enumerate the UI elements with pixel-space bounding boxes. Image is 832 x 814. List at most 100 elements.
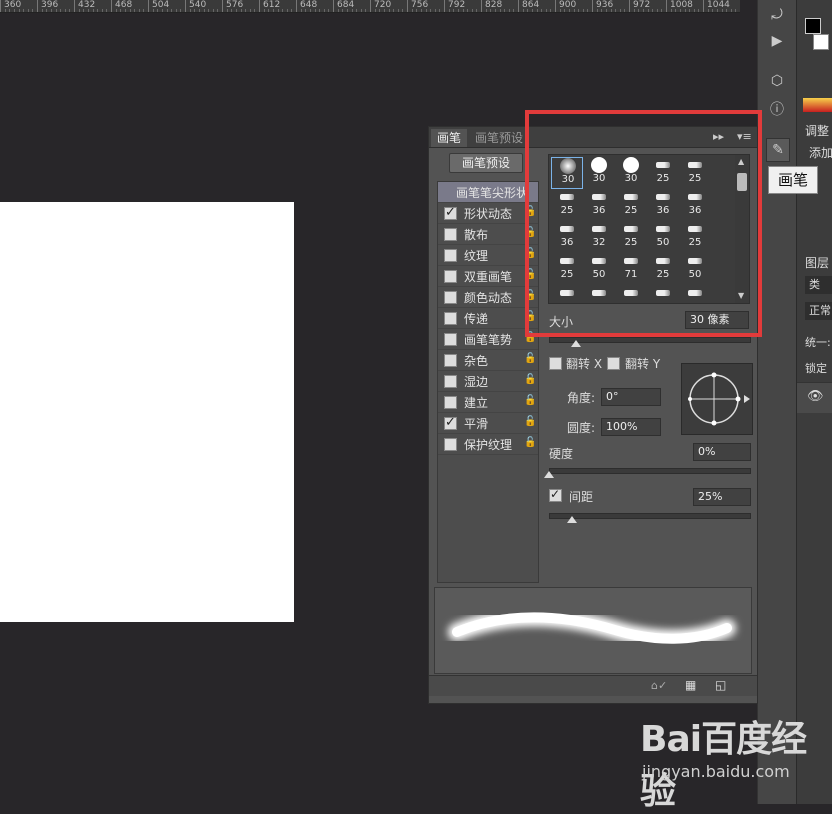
- ruler-minor-tick: [656, 9, 658, 12]
- option-checkbox[interactable]: [444, 291, 457, 304]
- panel-icon-strip: ⤾ ▶ ⬡ ⓘ ✎: [757, 0, 796, 804]
- ruler-minor-tick: [582, 9, 584, 12]
- ruler-minor-tick: [587, 9, 589, 12]
- ruler-minor-tick: [494, 9, 496, 12]
- option-checkbox[interactable]: [444, 249, 457, 262]
- hardness-field[interactable]: 0%: [693, 443, 751, 461]
- option-checkbox[interactable]: [444, 333, 457, 346]
- layer-row[interactable]: 👁: [797, 382, 832, 413]
- brush-option-item[interactable]: 画笔笔势 🔓: [438, 329, 538, 350]
- ruler-minor-tick: [157, 9, 159, 12]
- brush-presets-button[interactable]: 画笔预设: [449, 153, 523, 173]
- color-ramp[interactable]: [803, 98, 832, 112]
- brush-option-item[interactable]: 双重画笔 🔓: [438, 266, 538, 287]
- grid-icon[interactable]: ▦: [685, 678, 696, 692]
- ruler-minor-tick: [55, 9, 57, 12]
- ruler-minor-tick: [610, 9, 612, 12]
- option-checkbox[interactable]: [444, 354, 457, 367]
- ruler-minor-tick: [661, 9, 663, 12]
- history-icon[interactable]: ⤾: [766, 4, 788, 26]
- ruler-minor-tick: [138, 9, 140, 12]
- ruler-minor-tick: [60, 9, 62, 12]
- angle-roundness-dial[interactable]: [681, 363, 753, 435]
- angle-field[interactable]: 0°: [601, 388, 661, 406]
- ruler-minor-tick: [346, 9, 348, 12]
- ruler-minor-tick: [277, 9, 279, 12]
- lock-icon[interactable]: 🔓: [524, 374, 536, 385]
- brush-option-item[interactable]: 传递 🔓: [438, 308, 538, 329]
- tab-brush-presets[interactable]: 画笔预设: [469, 129, 529, 147]
- option-checkbox[interactable]: [444, 228, 457, 241]
- lock-icon[interactable]: 🔓: [524, 437, 536, 448]
- roundness-field[interactable]: 100%: [601, 418, 661, 436]
- option-checkbox[interactable]: [444, 396, 457, 409]
- hardness-slider[interactable]: [549, 468, 751, 474]
- play-icon[interactable]: ▶: [766, 30, 788, 52]
- option-checkbox[interactable]: ✓: [444, 205, 457, 220]
- background-color-swatch[interactable]: [813, 34, 829, 50]
- ruler-minor-tick: [689, 9, 691, 12]
- ruler-tick: 936: [592, 0, 613, 12]
- brush-option-item[interactable]: 保护纹理 🔓: [438, 434, 538, 455]
- eye-icon[interactable]: 👁: [807, 389, 824, 404]
- brush-option-item[interactable]: 建立 🔓: [438, 392, 538, 413]
- brush-panel-icon[interactable]: ✎: [766, 138, 790, 162]
- ruler-minor-tick: [439, 9, 441, 12]
- option-label: 杂色: [464, 354, 489, 368]
- ruler-minor-tick: [323, 9, 325, 12]
- ruler-tick: 828: [481, 0, 502, 12]
- option-checkbox[interactable]: [444, 375, 457, 388]
- document-canvas[interactable]: [0, 202, 294, 622]
- size-slider-thumb[interactable]: [571, 340, 581, 347]
- brush-option-item[interactable]: ✓ 形状动态 🔓: [438, 203, 538, 224]
- info-icon[interactable]: ⓘ: [766, 98, 788, 120]
- brush-option-item[interactable]: 颜色动态 🔓: [438, 287, 538, 308]
- spacing-slider[interactable]: [549, 513, 751, 519]
- option-checkbox[interactable]: [444, 270, 457, 283]
- adjust-label: 调整: [805, 124, 830, 138]
- toggle-hard-proof-icon[interactable]: ⌂✓: [651, 679, 667, 692]
- brush-option-item[interactable]: 湿边 🔓: [438, 371, 538, 392]
- brush-option-item[interactable]: 杂色 🔓: [438, 350, 538, 371]
- foreground-color-swatch[interactable]: [805, 18, 821, 34]
- ruler-minor-tick: [633, 9, 635, 12]
- ruler-tick: 900: [555, 0, 576, 12]
- flip-x-checkbox[interactable]: [549, 357, 562, 370]
- ruler-minor-tick: [457, 9, 459, 12]
- horizontal-ruler: 360 396 432 468 504 540 576 612 648 684 720 756 792 8…: [0, 0, 740, 13]
- tab-brush[interactable]: 画笔: [431, 129, 468, 147]
- option-label: 纹理: [464, 249, 489, 263]
- layer-kind-filter[interactable]: 类: [805, 276, 832, 294]
- option-checkbox[interactable]: ✓: [444, 415, 457, 430]
- brush-option-item[interactable]: 纹理 🔓: [438, 245, 538, 266]
- ruler-minor-tick: [527, 9, 529, 12]
- lock-icon[interactable]: 🔓: [524, 395, 536, 406]
- spacing-checkbox[interactable]: ✓: [549, 487, 562, 502]
- ruler-minor-tick: [189, 9, 191, 12]
- flip-x-label: 翻转 X: [566, 357, 603, 371]
- 3d-icon[interactable]: ⬡: [766, 70, 788, 92]
- ruler-minor-tick: [471, 9, 473, 12]
- hardness-slider-thumb[interactable]: [544, 471, 554, 478]
- brush-tooltip: 画笔: [768, 166, 818, 194]
- blend-mode-select[interactable]: 正常: [805, 302, 832, 320]
- new-brush-icon[interactable]: ◱: [715, 678, 726, 692]
- lock-icon[interactable]: 🔓: [524, 353, 536, 364]
- ruler-minor-tick: [716, 9, 718, 12]
- option-checkbox[interactable]: [444, 438, 457, 451]
- lock-icon[interactable]: 🔓: [524, 416, 536, 427]
- ruler-minor-tick: [619, 9, 621, 12]
- ruler-minor-tick: [309, 9, 311, 12]
- flip-y-checkbox[interactable]: [607, 357, 620, 370]
- spacing-field[interactable]: 25%: [693, 488, 751, 506]
- ruler-minor-tick: [411, 9, 413, 12]
- brush-tip-shape-item[interactable]: 画笔笔尖形状: [438, 182, 538, 203]
- ruler-minor-tick: [425, 9, 427, 12]
- brush-option-item[interactable]: 散布 🔓: [438, 224, 538, 245]
- spacing-slider-thumb[interactable]: [567, 516, 577, 523]
- ruler-tick: 648: [296, 0, 317, 12]
- ruler-minor-tick: [652, 9, 654, 12]
- option-checkbox[interactable]: [444, 312, 457, 325]
- layers-tab[interactable]: 图层: [805, 254, 829, 271]
- brush-option-item[interactable]: ✓ 平滑 🔓: [438, 413, 538, 434]
